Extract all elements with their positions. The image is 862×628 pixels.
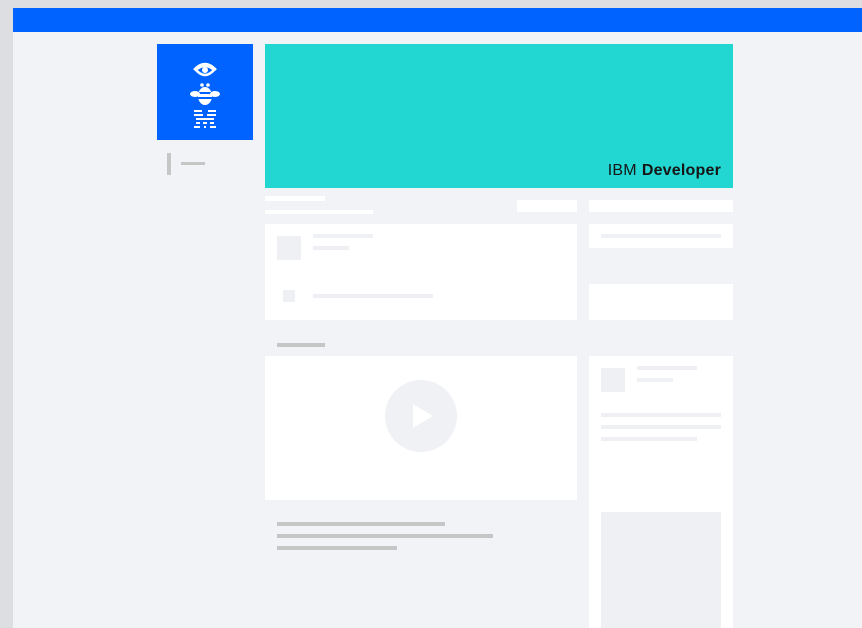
brand-wordmark: IBM Developer [608,162,721,180]
attachment-text-skeleton [313,294,433,298]
profile-name-skeleton [167,153,171,175]
cover-banner: IBM Developer [265,44,733,188]
page-title-skeleton [265,196,325,201]
related-meta-skeleton [637,378,673,382]
description-line-1 [277,522,445,526]
related-text-line-1 [601,413,721,417]
brand-ibm: IBM [607,162,637,179]
post-meta-skeleton [313,246,349,250]
logo-tile[interactable] [157,44,253,140]
profile-text-skeleton [181,162,205,165]
post-card [265,224,577,320]
play-button[interactable] [385,380,457,452]
description-line-2 [277,534,493,538]
section-label-skeleton [277,343,325,347]
sidebar-header-skeleton [589,200,733,212]
attachment-icon-skeleton [283,290,295,302]
page-subtitle-skeleton [265,210,373,214]
brand-developer: Developer [641,162,721,179]
related-media-skeleton [601,512,721,628]
top-nav-bar [13,8,862,32]
related-avatar-skeleton [601,368,625,392]
sidebar-card-1 [589,224,733,248]
app-frame: IBM Developer [13,8,862,628]
avatar-skeleton [277,236,301,260]
related-text-line-2 [601,425,721,429]
related-title-skeleton [637,366,697,370]
related-content-card [589,356,733,628]
author-name-skeleton [313,234,373,238]
action-button-skeleton[interactable] [517,200,577,212]
related-text-line-3 [601,437,697,441]
video-card[interactable] [265,356,577,500]
ibm-bee-logo-icon [190,62,220,128]
description-line-3 [277,546,397,550]
sidebar-card-2 [589,284,733,320]
sidebar-card-1-text-skeleton [601,234,721,238]
play-icon [413,404,433,428]
